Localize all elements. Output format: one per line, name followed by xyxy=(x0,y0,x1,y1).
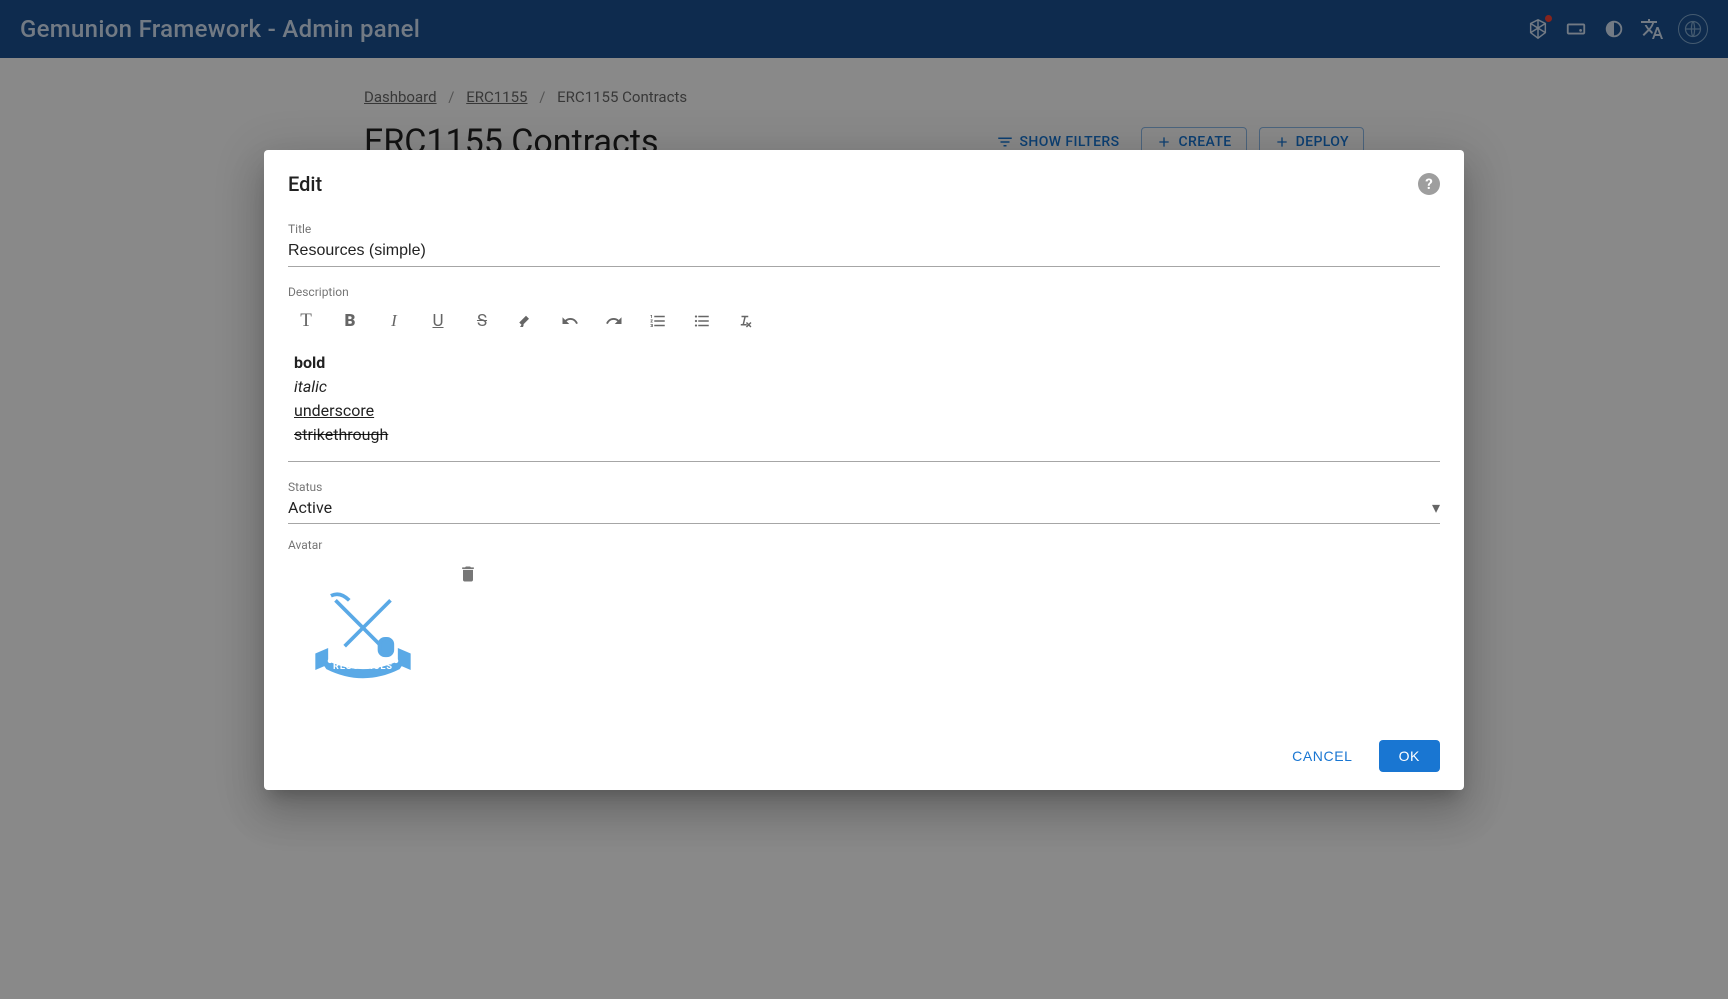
description-label: Description xyxy=(288,285,1440,299)
avatar-label: Avatar xyxy=(288,538,1440,552)
dialog-actions: CANCEL OK xyxy=(288,712,1440,772)
toolbar-undo-icon[interactable] xyxy=(558,309,582,333)
svg-text:RESOURCES: RESOURCES xyxy=(333,662,393,672)
editor-line-bold: bold xyxy=(294,351,1434,375)
chevron-down-icon: ▾ xyxy=(1432,498,1440,517)
ok-button[interactable]: OK xyxy=(1379,740,1440,772)
status-label: Status xyxy=(288,480,1440,494)
title-field: Title xyxy=(288,222,1440,267)
dialog-header: Edit ? xyxy=(288,172,1440,196)
toolbar-highlight-icon[interactable] xyxy=(514,309,538,333)
toolbar-ol-icon[interactable] xyxy=(646,309,670,333)
title-label: Title xyxy=(288,222,1440,236)
modal-overlay[interactable]: Edit ? Title Description T B I U S xyxy=(0,0,1728,999)
editor-line-strike: strikethrough xyxy=(294,423,1434,447)
description-field: Description T B I U S xyxy=(288,285,1440,462)
status-field: Status Active ▾ xyxy=(288,480,1440,524)
editor-line-underscore: underscore xyxy=(294,399,1434,423)
edit-dialog: Edit ? Title Description T B I U S xyxy=(264,150,1464,790)
trash-icon xyxy=(458,564,478,584)
cancel-button[interactable]: CANCEL xyxy=(1280,740,1364,772)
help-icon[interactable]: ? xyxy=(1418,173,1440,195)
avatar-field: Avatar RES xyxy=(288,538,1440,712)
dialog-title: Edit xyxy=(288,172,322,196)
toolbar-strike-icon[interactable]: S xyxy=(470,309,494,333)
status-select[interactable]: Active ▾ xyxy=(288,496,1440,524)
toolbar-italic-icon[interactable]: I xyxy=(382,309,406,333)
delete-avatar-button[interactable] xyxy=(458,564,478,584)
toolbar-bold-icon[interactable]: B xyxy=(338,309,362,333)
resources-logo-icon: RESOURCES xyxy=(308,582,418,692)
toolbar-clear-format-icon[interactable] xyxy=(734,309,758,333)
editor-line-italic: italic xyxy=(294,375,1434,399)
toolbar-text-icon[interactable]: T xyxy=(294,309,318,333)
editor-toolbar: T B I U S xyxy=(288,301,1440,339)
status-value: Active xyxy=(288,498,332,517)
toolbar-underline-icon[interactable]: U xyxy=(426,309,450,333)
avatar-preview[interactable]: RESOURCES xyxy=(288,562,438,712)
toolbar-redo-icon[interactable] xyxy=(602,309,626,333)
description-editor[interactable]: bold italic underscore strikethrough xyxy=(288,339,1440,462)
title-input[interactable] xyxy=(288,238,1440,267)
toolbar-ul-icon[interactable] xyxy=(690,309,714,333)
